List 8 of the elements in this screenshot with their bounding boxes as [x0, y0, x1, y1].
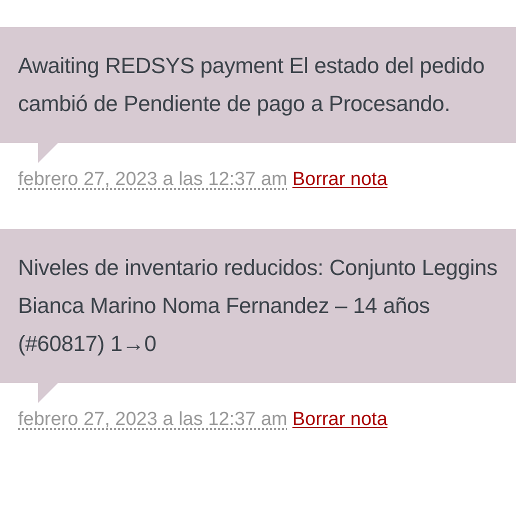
note-pointer	[38, 383, 58, 403]
note-date: febrero 27, 2023 a las 12:37 am	[18, 408, 288, 432]
note-pointer	[38, 143, 58, 163]
delete-note-link[interactable]: Borrar nota	[292, 168, 388, 192]
note-date: febrero 27, 2023 a las 12:37 am	[18, 168, 288, 192]
delete-note-link[interactable]: Borrar nota	[292, 408, 388, 432]
note-content: Awaiting REDSYS payment El estado del pedido cambió de Pendiente de pago a Procesando.	[0, 27, 516, 143]
note-content: Niveles de inventario reducidos: Conjunto Leggins Bianca Marino Noma Fernandez – 14 años (#60817) 1→0	[0, 229, 516, 383]
